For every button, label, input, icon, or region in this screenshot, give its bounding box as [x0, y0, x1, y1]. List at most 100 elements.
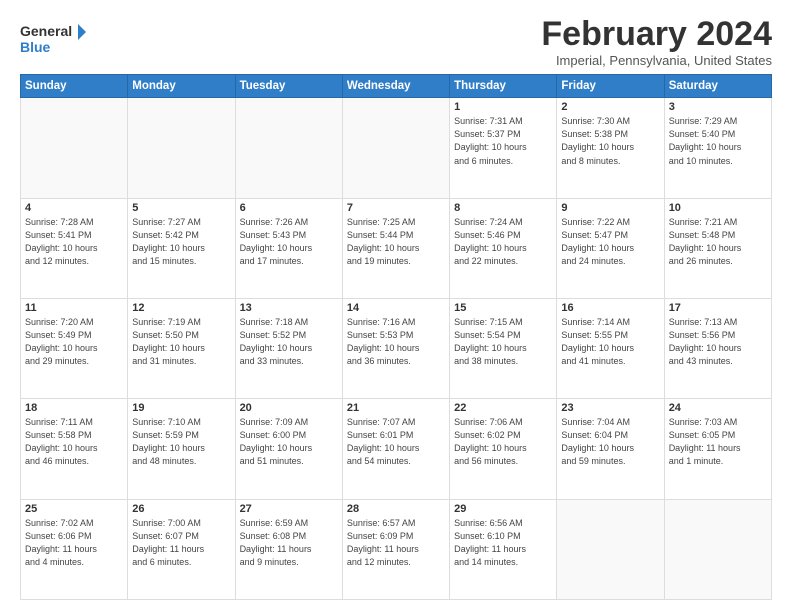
- table-row: [342, 98, 449, 198]
- calendar-week-row: 1Sunrise: 7:31 AM Sunset: 5:37 PM Daylig…: [21, 98, 772, 198]
- table-row: 25 Sunrise: 7:02 AM Sunset: 6:06 PM Dayli…: [21, 499, 128, 599]
- calendar-week-row: 4Sunrise: 7:28 AM Sunset: 5:41 PM Daylig…: [21, 198, 772, 298]
- table-row: 27 Sunrise: 6:59 AM Sunset: 6:08 PM Dayli…: [235, 499, 342, 599]
- day-number: 27: [240, 503, 338, 515]
- day-number: 15: [454, 302, 552, 314]
- table-row: 3 Sunrise: 7:29 AM Sunset: 5:40 PM Daylig…: [664, 98, 771, 198]
- day-info: Sunrise: 7:18 AM Sunset: 5:52 PM Dayligh…: [240, 316, 338, 368]
- day-number: 2: [561, 101, 659, 113]
- table-row: 26 Sunrise: 7:00 AM Sunset: 6:07 PM Dayli…: [128, 499, 235, 599]
- day-number: 29: [454, 503, 552, 515]
- col-wednesday: Wednesday: [342, 75, 449, 98]
- table-row: [664, 499, 771, 599]
- col-friday: Friday: [557, 75, 664, 98]
- day-info: Sunrise: 6:59 AM Sunset: 6:08 PM Dayligh…: [240, 517, 338, 569]
- col-saturday: Saturday: [664, 75, 771, 98]
- table-row: 2 Sunrise: 7:30 AM Sunset: 5:38 PM Daylig…: [557, 98, 664, 198]
- table-row: [235, 98, 342, 198]
- table-row: 16Sunrise: 7:14 AM Sunset: 5:55 PM Dayli…: [557, 299, 664, 399]
- col-sunday: Sunday: [21, 75, 128, 98]
- day-info: Sunrise: 7:06 AM Sunset: 6:02 PM Dayligh…: [454, 416, 552, 468]
- day-number: 10: [669, 202, 767, 214]
- day-number: 11: [25, 302, 123, 314]
- day-info: Sunrise: 7:13 AM Sunset: 5:56 PM Dayligh…: [669, 316, 767, 368]
- col-thursday: Thursday: [450, 75, 557, 98]
- day-number: 24: [669, 402, 767, 414]
- day-number: 18: [25, 402, 123, 414]
- day-number: 8: [454, 202, 552, 214]
- day-number: 25: [25, 503, 123, 515]
- day-info: Sunrise: 7:09 AM Sunset: 6:00 PM Dayligh…: [240, 416, 338, 468]
- table-row: 20 Sunrise: 7:09 AM Sunset: 6:00 PM Dayli…: [235, 399, 342, 499]
- table-row: 17 Sunrise: 7:13 AM Sunset: 5:56 PM Dayli…: [664, 299, 771, 399]
- location: Imperial, Pennsylvania, United States: [541, 53, 772, 68]
- calendar-week-row: 25 Sunrise: 7:02 AM Sunset: 6:06 PM Dayli…: [21, 499, 772, 599]
- day-info: Sunrise: 6:57 AM Sunset: 6:09 PM Dayligh…: [347, 517, 445, 569]
- table-row: 28 Sunrise: 6:57 AM Sunset: 6:09 PM Dayli…: [342, 499, 449, 599]
- day-info: Sunrise: 7:25 AM Sunset: 5:44 PM Dayligh…: [347, 216, 445, 268]
- table-row: 24 Sunrise: 7:03 AM Sunset: 6:05 PM Dayli…: [664, 399, 771, 499]
- table-row: 7 Sunrise: 7:25 AM Sunset: 5:44 PM Daylig…: [342, 198, 449, 298]
- calendar-week-row: 18Sunrise: 7:11 AM Sunset: 5:58 PM Dayli…: [21, 399, 772, 499]
- day-info: Sunrise: 6:56 AM Sunset: 6:10 PM Dayligh…: [454, 517, 552, 569]
- day-info: Sunrise: 7:02 AM Sunset: 6:06 PM Dayligh…: [25, 517, 123, 569]
- day-info: Sunrise: 7:04 AM Sunset: 6:04 PM Dayligh…: [561, 416, 659, 468]
- day-number: 26: [132, 503, 230, 515]
- day-number: 20: [240, 402, 338, 414]
- day-info: Sunrise: 7:21 AM Sunset: 5:48 PM Dayligh…: [669, 216, 767, 268]
- table-row: 14 Sunrise: 7:16 AM Sunset: 5:53 PM Dayli…: [342, 299, 449, 399]
- table-row: 29 Sunrise: 6:56 AM Sunset: 6:10 PM Dayli…: [450, 499, 557, 599]
- table-row: 1Sunrise: 7:31 AM Sunset: 5:37 PM Daylig…: [450, 98, 557, 198]
- day-number: 22: [454, 402, 552, 414]
- day-number: 12: [132, 302, 230, 314]
- table-row: 22 Sunrise: 7:06 AM Sunset: 6:02 PM Dayli…: [450, 399, 557, 499]
- day-number: 13: [240, 302, 338, 314]
- day-number: 14: [347, 302, 445, 314]
- day-number: 7: [347, 202, 445, 214]
- svg-text:Blue: Blue: [20, 39, 51, 55]
- logo: General Blue: [20, 20, 90, 58]
- table-row: 18Sunrise: 7:11 AM Sunset: 5:58 PM Dayli…: [21, 399, 128, 499]
- day-number: 21: [347, 402, 445, 414]
- table-row: 4Sunrise: 7:28 AM Sunset: 5:41 PM Daylig…: [21, 198, 128, 298]
- header: General Blue February 2024 Imperial, Pen…: [20, 16, 772, 68]
- table-row: [557, 499, 664, 599]
- day-number: 1: [454, 101, 552, 113]
- day-number: 23: [561, 402, 659, 414]
- table-row: 19 Sunrise: 7:10 AM Sunset: 5:59 PM Dayli…: [128, 399, 235, 499]
- table-row: 13 Sunrise: 7:18 AM Sunset: 5:52 PM Dayli…: [235, 299, 342, 399]
- day-info: Sunrise: 7:10 AM Sunset: 5:59 PM Dayligh…: [132, 416, 230, 468]
- table-row: [128, 98, 235, 198]
- day-number: 6: [240, 202, 338, 214]
- logo-svg: General Blue: [20, 20, 90, 58]
- day-info: Sunrise: 7:16 AM Sunset: 5:53 PM Dayligh…: [347, 316, 445, 368]
- table-row: 15 Sunrise: 7:15 AM Sunset: 5:54 PM Dayli…: [450, 299, 557, 399]
- table-row: 9Sunrise: 7:22 AM Sunset: 5:47 PM Daylig…: [557, 198, 664, 298]
- table-row: [21, 98, 128, 198]
- calendar-table: Sunday Monday Tuesday Wednesday Thursday…: [20, 74, 772, 600]
- day-info: Sunrise: 7:20 AM Sunset: 5:49 PM Dayligh…: [25, 316, 123, 368]
- table-row: 10 Sunrise: 7:21 AM Sunset: 5:48 PM Dayli…: [664, 198, 771, 298]
- day-info: Sunrise: 7:27 AM Sunset: 5:42 PM Dayligh…: [132, 216, 230, 268]
- day-number: 4: [25, 202, 123, 214]
- day-number: 5: [132, 202, 230, 214]
- day-number: 3: [669, 101, 767, 113]
- calendar-week-row: 11 Sunrise: 7:20 AM Sunset: 5:49 PM Dayli…: [21, 299, 772, 399]
- day-info: Sunrise: 7:15 AM Sunset: 5:54 PM Dayligh…: [454, 316, 552, 368]
- page: General Blue February 2024 Imperial, Pen…: [0, 0, 792, 612]
- day-info: Sunrise: 7:03 AM Sunset: 6:05 PM Dayligh…: [669, 416, 767, 468]
- day-info: Sunrise: 7:29 AM Sunset: 5:40 PM Dayligh…: [669, 115, 767, 167]
- day-number: 19: [132, 402, 230, 414]
- day-info: Sunrise: 7:26 AM Sunset: 5:43 PM Dayligh…: [240, 216, 338, 268]
- calendar-header-row: Sunday Monday Tuesday Wednesday Thursday…: [21, 75, 772, 98]
- title-block: February 2024 Imperial, Pennsylvania, Un…: [541, 16, 772, 68]
- day-info: Sunrise: 7:07 AM Sunset: 6:01 PM Dayligh…: [347, 416, 445, 468]
- day-number: 28: [347, 503, 445, 515]
- svg-text:General: General: [20, 23, 72, 39]
- table-row: 12 Sunrise: 7:19 AM Sunset: 5:50 PM Dayli…: [128, 299, 235, 399]
- day-info: Sunrise: 7:00 AM Sunset: 6:07 PM Dayligh…: [132, 517, 230, 569]
- day-number: 17: [669, 302, 767, 314]
- day-info: Sunrise: 7:30 AM Sunset: 5:38 PM Dayligh…: [561, 115, 659, 167]
- table-row: 8Sunrise: 7:24 AM Sunset: 5:46 PM Daylig…: [450, 198, 557, 298]
- day-info: Sunrise: 7:19 AM Sunset: 5:50 PM Dayligh…: [132, 316, 230, 368]
